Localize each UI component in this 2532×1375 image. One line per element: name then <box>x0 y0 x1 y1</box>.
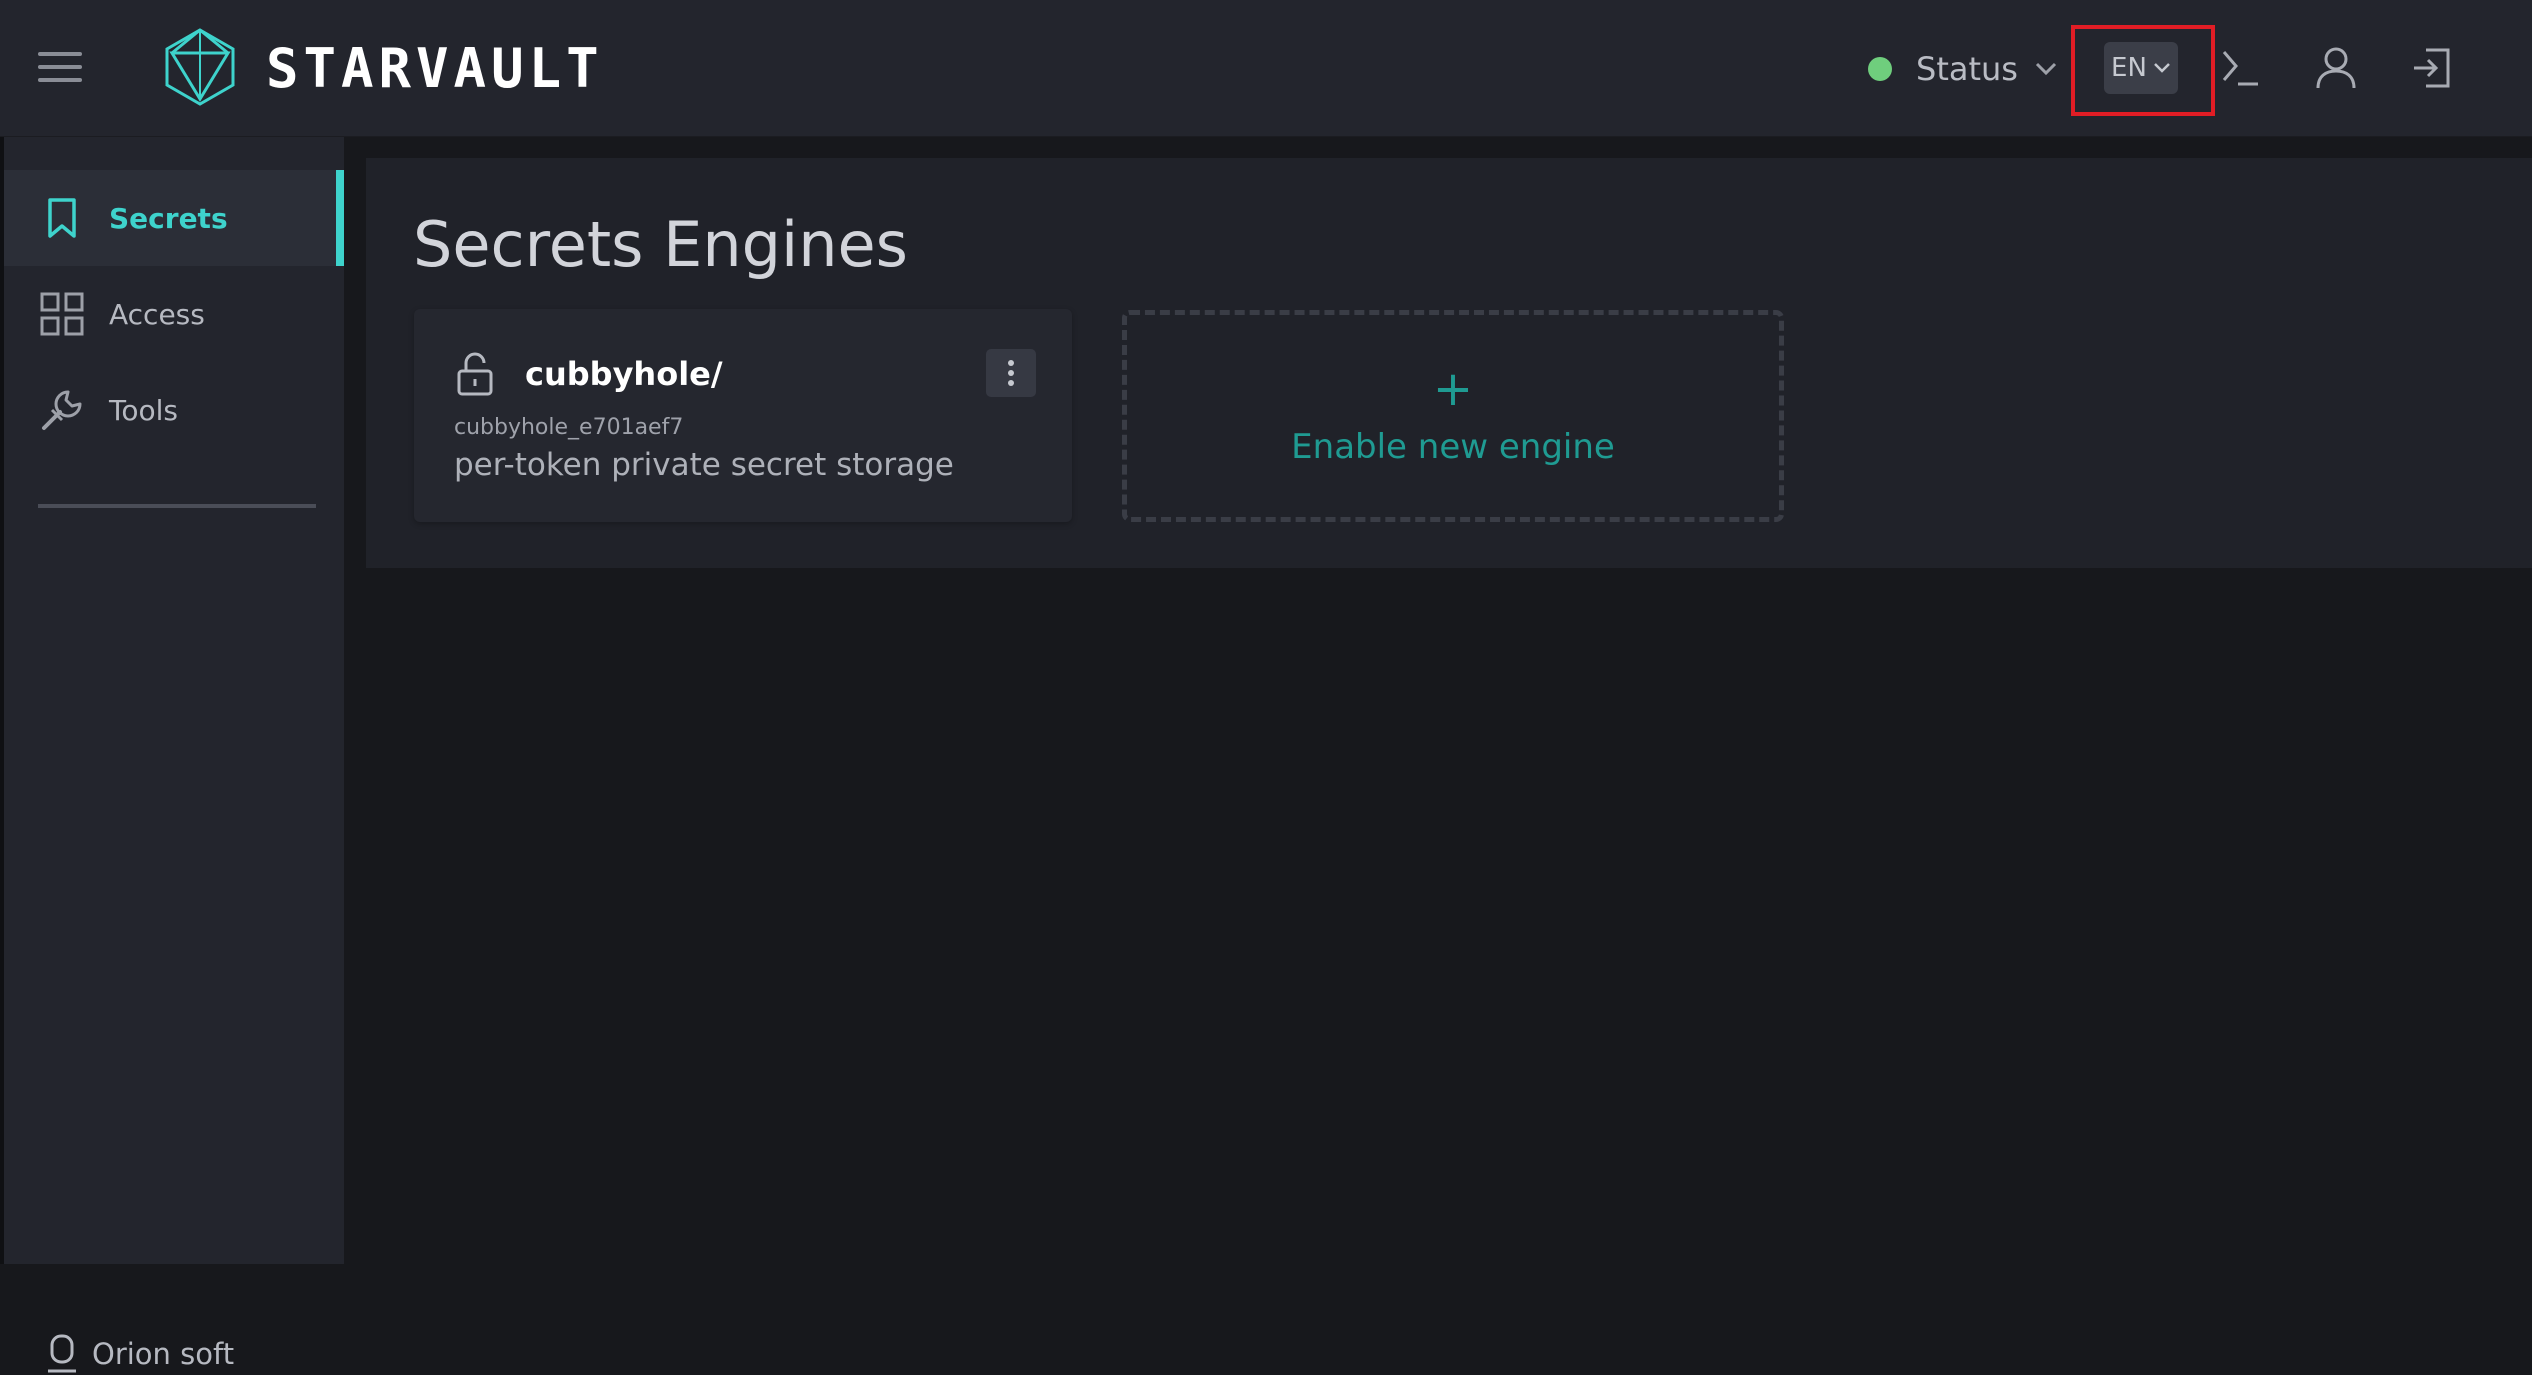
sidebar-item-secrets[interactable]: Secrets <box>4 170 344 266</box>
plus-icon: + <box>1432 361 1474 417</box>
status-indicator <box>1868 57 1892 81</box>
enable-engine-label: Enable new engine <box>1291 427 1615 467</box>
user-icon[interactable] <box>2312 44 2360 92</box>
bookmark-icon <box>48 198 76 238</box>
chevron-down-icon <box>2154 63 2170 73</box>
sidebar-item-label: Tools <box>109 393 178 427</box>
logout-icon[interactable] <box>2408 44 2456 92</box>
engine-name: cubbyhole/ <box>525 355 723 393</box>
status-label: Status <box>1916 50 2018 88</box>
more-options-button[interactable] <box>986 349 1036 397</box>
sidebar-item-label: Secrets <box>109 201 228 235</box>
engine-description: per-token private secret storage <box>454 447 954 483</box>
unlocked-padlock-icon <box>457 352 493 396</box>
geometric-logo-icon <box>165 28 235 106</box>
engine-id: cubbyhole_e701aef7 <box>454 415 684 440</box>
wrench-icon <box>42 390 82 430</box>
sidebar: Secrets Access Tools Orion soft <box>4 137 344 1373</box>
engine-card[interactable]: cubbyhole/ cubbyhole_e701aef7 per-token … <box>414 309 1072 522</box>
top-navbar: STARVAULT Status EN <box>0 0 2532 137</box>
language-label: EN <box>2111 53 2147 83</box>
sidebar-item-label: Access <box>109 297 205 331</box>
sidebar-item-access[interactable]: Access <box>4 266 344 362</box>
footer-label: Orion soft <box>92 1337 235 1371</box>
brand-name: STARVAULT <box>266 37 604 100</box>
kebab-menu-icon <box>1008 360 1014 386</box>
language-selector[interactable]: EN <box>2104 42 2178 94</box>
sidebar-item-tools[interactable]: Tools <box>4 362 344 458</box>
enable-new-engine-button[interactable]: + Enable new engine <box>1122 310 1784 522</box>
status-dropdown[interactable]: Status <box>1868 44 2058 94</box>
chevron-down-icon <box>2035 62 2057 76</box>
sidebar-divider <box>38 504 316 508</box>
footer-brand: Orion soft <box>46 1333 234 1375</box>
grid-icon <box>40 292 84 336</box>
hamburger-menu-icon[interactable] <box>38 52 82 84</box>
console-icon[interactable] <box>2216 44 2264 92</box>
page-title: Secrets Engines <box>413 208 908 281</box>
orion-logo-icon <box>48 1334 76 1373</box>
